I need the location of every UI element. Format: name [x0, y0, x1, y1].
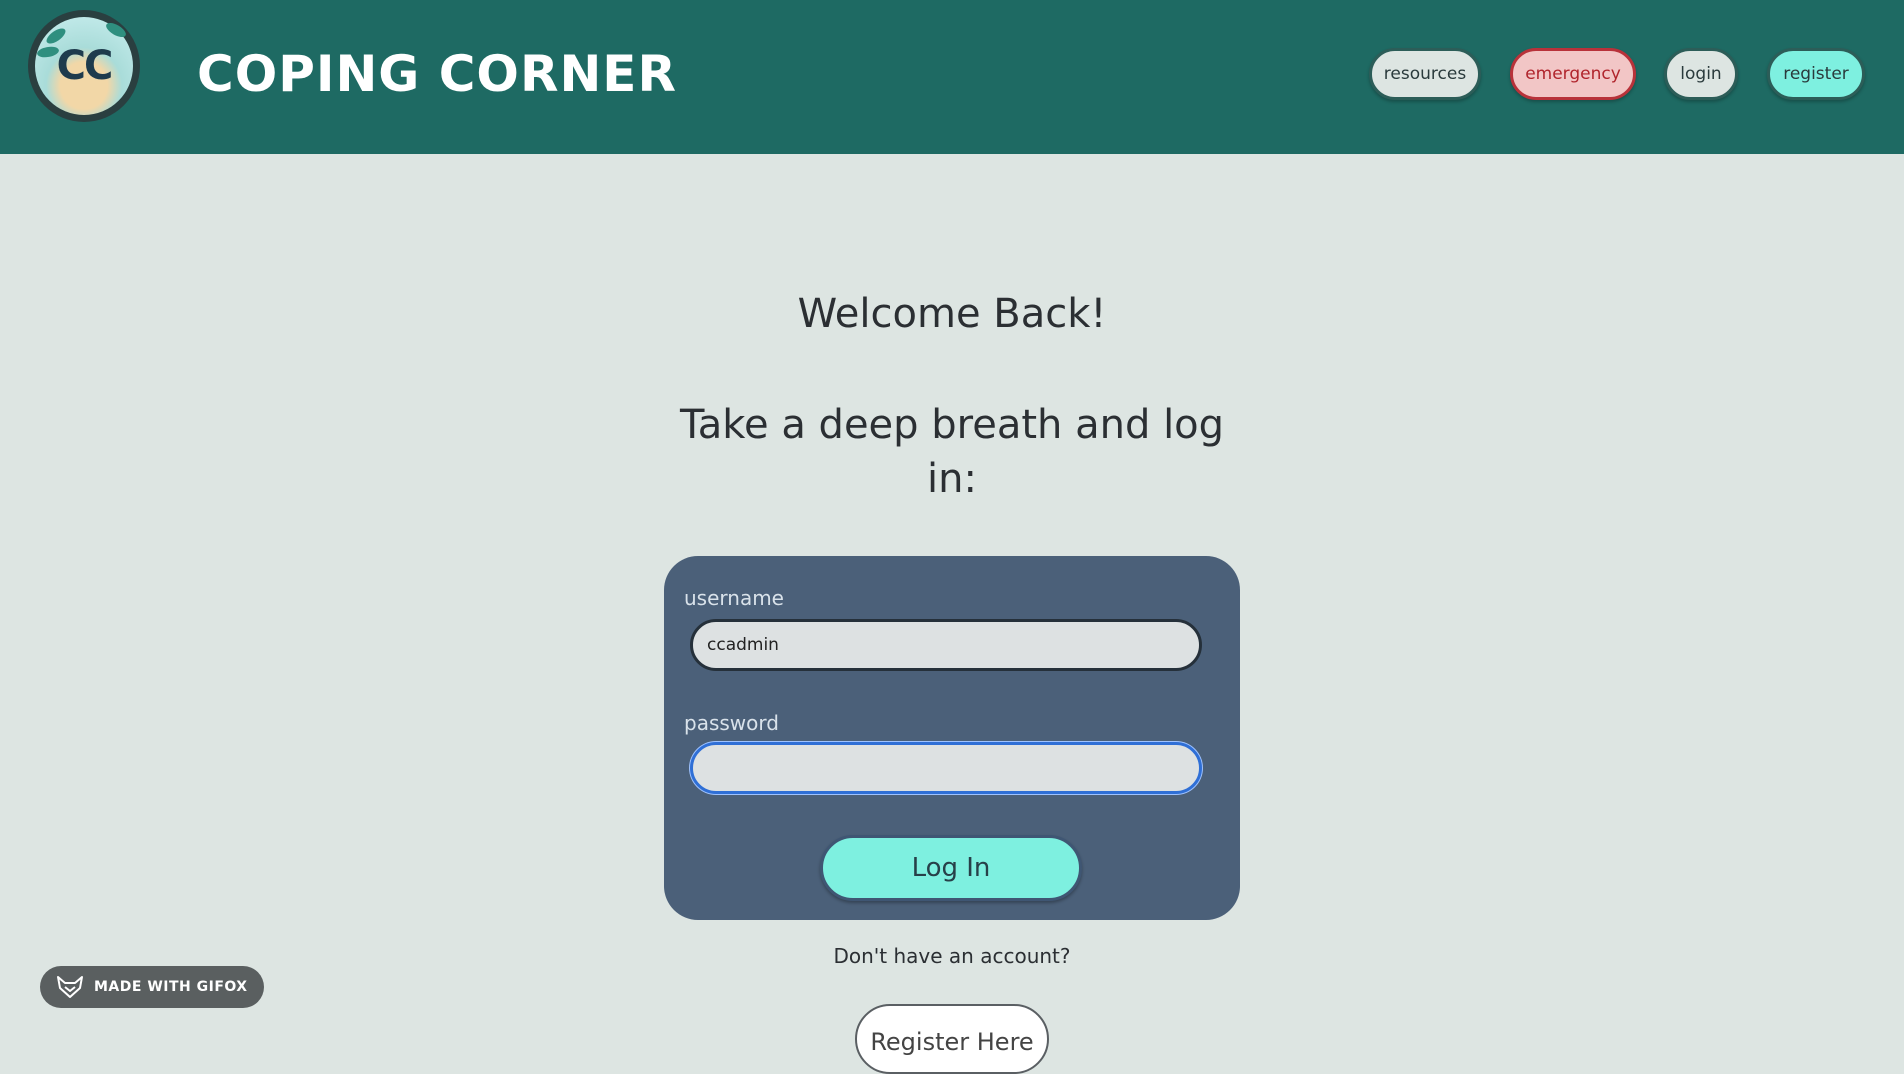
fox-icon [56, 975, 84, 999]
nav-register-button[interactable]: register [1767, 48, 1865, 100]
nav-resources-button[interactable]: resources [1369, 48, 1481, 100]
logo-text: CC [56, 43, 114, 89]
password-label: password [684, 711, 779, 735]
welcome-heading: Welcome Back! [797, 291, 1107, 337]
gifox-watermark[interactable]: MADE WITH GIFOX [40, 966, 264, 1008]
logo-emblem: CC [35, 17, 133, 115]
register-here-button[interactable]: Register Here [855, 1004, 1049, 1074]
nav-login-button[interactable]: login [1664, 48, 1738, 100]
site-header: CC COPING CORNER resources emergency log… [0, 0, 1904, 154]
password-input[interactable] [690, 742, 1202, 794]
leaf-icon [103, 20, 129, 40]
username-input[interactable] [690, 619, 1202, 671]
login-subtitle: Take a deep breath and log in: [679, 402, 1225, 502]
username-label: username [684, 586, 784, 610]
no-account-text: Don't have an account? [833, 944, 1071, 968]
login-form: username password Log In [664, 556, 1240, 920]
site-title[interactable]: COPING CORNER [197, 44, 677, 104]
login-submit-button[interactable]: Log In [820, 835, 1082, 901]
site-logo[interactable]: CC [28, 10, 140, 122]
watermark-text: MADE WITH GIFOX [94, 979, 248, 995]
nav-emergency-button[interactable]: emergency [1510, 48, 1636, 100]
